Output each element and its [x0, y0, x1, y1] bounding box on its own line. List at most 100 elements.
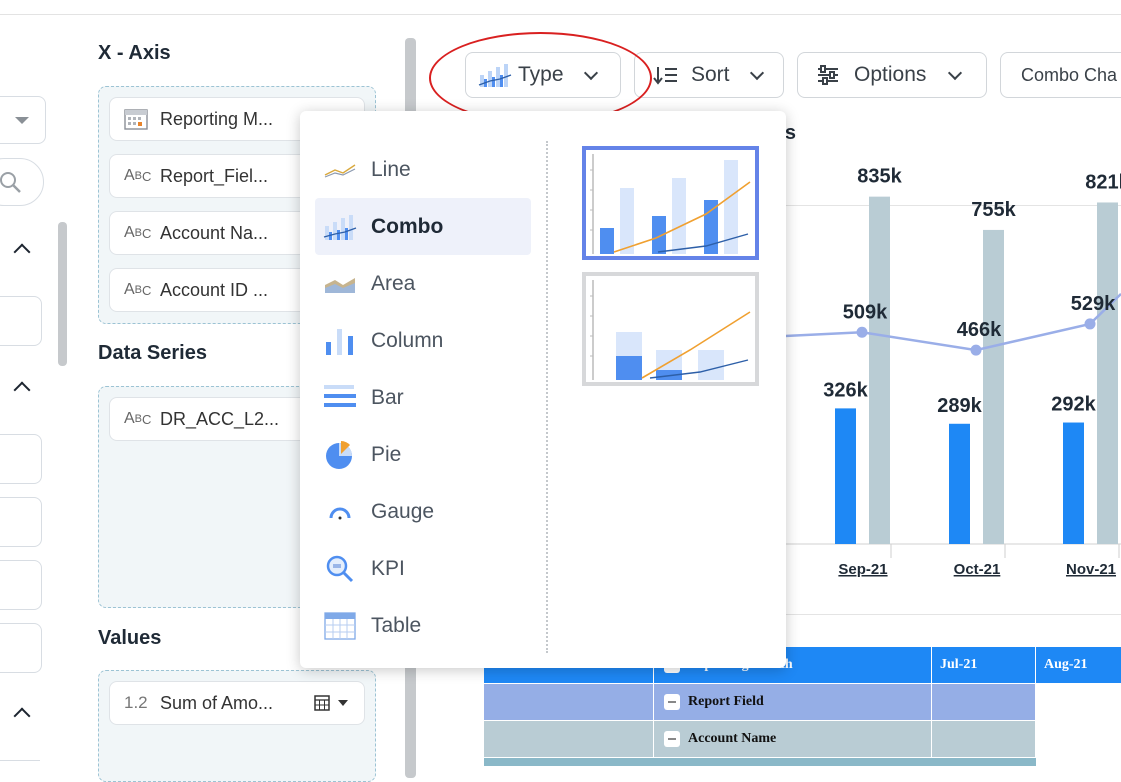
data-label: 821k [1085, 171, 1121, 193]
gauge-icon [323, 502, 357, 522]
menu-item-table[interactable]: Table [315, 597, 531, 654]
field-label: Sum of Amo... [160, 692, 274, 713]
menu-item-gauge[interactable]: Gauge [315, 483, 531, 540]
table-row[interactable]: Account Name [654, 721, 932, 758]
field-label: Report_Fiel... [160, 165, 269, 186]
x-tick-label: Sep-21 [838, 561, 887, 578]
filter-search[interactable] [0, 158, 44, 206]
bar [1097, 202, 1118, 544]
col-label: Jul-21 [940, 657, 978, 672]
abc-icon: ABC [124, 224, 152, 241]
table-row[interactable]: Report Field [654, 684, 932, 721]
combo-chart-button[interactable]: Combo Cha [1000, 52, 1121, 98]
aggregate-dropdown[interactable] [314, 695, 348, 711]
collapse-icon[interactable] [664, 694, 680, 710]
top-divider [0, 14, 1121, 15]
menu-item-label: Pie [371, 442, 402, 466]
caret-down-icon [338, 700, 348, 706]
x-axis-title: X - Axis [98, 42, 171, 64]
bar-chart-icon [323, 384, 357, 412]
chart-type-list: Line Combo Area Column Bar Pie Gauge KPI Table [315, 141, 531, 654]
sort-icon [653, 67, 677, 85]
line-point [970, 344, 982, 356]
options-button[interactable]: Options [797, 52, 987, 98]
x-tick-label: Oct-21 [954, 561, 1001, 578]
bar [869, 196, 890, 544]
combo-chart-label: Combo Cha [1021, 64, 1118, 85]
collapse-icon[interactable] [13, 243, 31, 261]
field-label: Account ID ... [160, 279, 269, 300]
menu-item-combo[interactable]: Combo [315, 198, 531, 255]
data-label: 835k [857, 166, 902, 188]
caret-down-icon [15, 117, 29, 124]
chevron-down-icon [948, 65, 963, 80]
left-box[interactable] [0, 296, 42, 346]
menu-item-area[interactable]: Area [315, 255, 531, 312]
combo-stacked-thumbnail [590, 280, 751, 380]
calculator-icon [314, 695, 330, 711]
area-chart-icon [323, 273, 357, 295]
row-label: Report Field [688, 694, 764, 709]
menu-item-pie[interactable]: Pie [315, 426, 531, 483]
data-label: 529k [1071, 293, 1116, 315]
abc-icon: ABC [124, 281, 152, 298]
bar [983, 229, 1004, 545]
field-label: Account Na... [160, 222, 269, 243]
left-box[interactable] [0, 623, 42, 673]
menu-item-label: KPI [371, 556, 405, 580]
menu-item-line[interactable]: Line [315, 141, 531, 198]
left-box[interactable] [0, 434, 42, 484]
options-label: Options [854, 63, 927, 86]
bar [1063, 422, 1084, 544]
calendar-icon [124, 108, 152, 130]
data-label: 326k [823, 379, 868, 401]
x-tick-label: Nov-21 [1066, 561, 1116, 578]
collapse-icon[interactable] [13, 707, 31, 725]
table-cell [932, 721, 1036, 758]
menu-item-column[interactable]: Column [315, 312, 531, 369]
collapse-icon[interactable] [13, 381, 31, 399]
variant-combo-stacked[interactable] [582, 272, 759, 386]
left-box[interactable] [0, 497, 42, 547]
chevron-down-icon [749, 65, 764, 80]
values-dropzone[interactable]: 1.2 Sum of Amo... [98, 670, 376, 782]
table-row-blank [484, 684, 654, 721]
filter-select[interactable] [0, 96, 46, 144]
variant-combo-clustered[interactable] [582, 146, 759, 260]
bar [835, 408, 856, 544]
table-icon [323, 611, 357, 640]
data-series-title: Data Series [98, 342, 207, 364]
menu-item-label: Gauge [371, 499, 435, 523]
sort-label: Sort [691, 63, 730, 86]
menu-item-label: Table [371, 613, 422, 637]
menu-item-kpi[interactable]: KPI [315, 540, 531, 597]
table-header-col: Jul-21 [932, 647, 1036, 684]
menu-item-label: Area [371, 271, 416, 295]
left-panel [0, 0, 70, 766]
bar [949, 423, 970, 544]
column-chart-icon [323, 326, 357, 356]
line-point [1084, 318, 1096, 330]
menu-divider [546, 141, 548, 653]
field-chip-sum-amount[interactable]: 1.2 Sum of Amo... [109, 681, 365, 725]
menu-item-label: Line [371, 157, 411, 181]
menu-item-label: Bar [371, 385, 404, 409]
abc-icon: ABC [124, 167, 152, 184]
left-box[interactable] [0, 560, 42, 610]
combo-chart-icon [323, 214, 357, 240]
menu-item-label: Column [371, 328, 444, 352]
left-scrollbar[interactable] [58, 222, 67, 366]
menu-item-bar[interactable]: Bar [315, 369, 531, 426]
sort-button[interactable]: Sort [634, 52, 784, 98]
data-label: 466k [957, 319, 1002, 341]
menu-item-label: Combo [371, 214, 444, 238]
combo-clustered-thumbnail [590, 154, 751, 254]
data-label: 289k [937, 395, 982, 417]
line-chart-icon [323, 159, 357, 181]
collapse-icon[interactable] [664, 731, 680, 747]
field-label: Reporting M... [160, 108, 274, 129]
values-title: Values [98, 627, 162, 649]
field-label: DR_ACC_L2... [160, 408, 280, 429]
data-label: 509k [843, 301, 888, 323]
number-icon: 1.2 [124, 693, 148, 712]
